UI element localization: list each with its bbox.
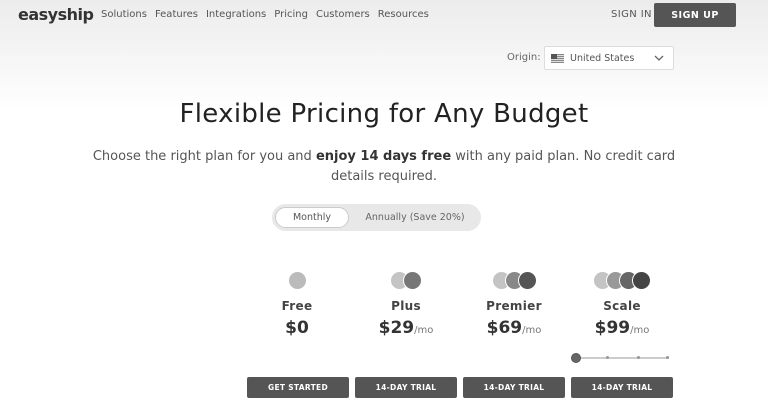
plan-name: Plus [391, 299, 421, 313]
nav-link-features[interactable]: Features [155, 9, 198, 20]
slider-tick [666, 356, 669, 359]
plan-price: $0 [242, 318, 352, 338]
price-period: /mo [630, 325, 650, 336]
nav-links: Solutions Features Integrations Pricing … [101, 9, 437, 20]
plus-trial-button[interactable]: 14-DAY TRIAL [355, 377, 457, 398]
price-amount: $29 [378, 318, 415, 338]
billing-period-toggle: Monthly Annually (Save 20%) [272, 204, 481, 231]
plan-price: $69/mo [459, 318, 569, 338]
plan-card-premier: Premier $69/mo [459, 268, 569, 338]
plan-name: Premier [486, 299, 542, 313]
tier-dot-icon [517, 270, 537, 290]
price-amount: $99 [594, 318, 631, 338]
plan-name: Free [281, 299, 313, 313]
scale-volume-slider-handle[interactable] [571, 353, 581, 363]
price-period: /mo [522, 325, 542, 336]
plan-tier-dots [242, 268, 352, 292]
origin-country-select[interactable]: United States [544, 46, 674, 70]
origin-label: Origin: [507, 52, 541, 63]
chevron-down-icon [654, 55, 664, 61]
origin-country-value: United States [570, 52, 635, 64]
subtitle-text-start: Choose the right plan for you and [92, 149, 316, 164]
price-amount: $69 [486, 318, 523, 338]
price-period: /mo [414, 325, 434, 336]
sign-in-link[interactable]: SIGN IN [611, 9, 652, 20]
tier-dot-icon [632, 270, 651, 290]
nav-link-pricing[interactable]: Pricing [274, 9, 308, 20]
price-amount: $0 [285, 318, 309, 338]
slider-tick [606, 356, 609, 359]
get-started-button[interactable]: GET STARTED [247, 377, 349, 398]
premier-trial-button[interactable]: 14-DAY TRIAL [463, 377, 565, 398]
subtitle-highlight: enjoy 14 days free [315, 149, 452, 164]
plan-card-scale: Scale $99/mo [567, 268, 677, 338]
plan-tier-dots [567, 268, 677, 292]
nav-link-solutions[interactable]: Solutions [101, 9, 147, 20]
toggle-monthly[interactable]: Monthly [275, 207, 349, 228]
plan-name: Scale [603, 299, 641, 313]
plan-price: $99/mo [567, 318, 677, 338]
tier-dot-icon [287, 270, 307, 290]
plan-tier-dots [459, 268, 569, 292]
page-subtitle: Choose the right plan for you and enjoy … [74, 147, 694, 187]
page-title: Flexible Pricing for Any Budget [179, 99, 589, 129]
plan-card-plus: Plus $29/mo [351, 268, 461, 338]
nav-link-integrations[interactable]: Integrations [206, 9, 266, 20]
toggle-annually[interactable]: Annually (Save 20%) [352, 207, 478, 228]
plan-card-free: Free $0 [242, 268, 352, 338]
top-navigation: easyship Solutions Features Integrations… [0, 0, 768, 30]
tier-dot-icon [403, 270, 422, 290]
us-flag-icon [551, 53, 564, 63]
scale-trial-button[interactable]: 14-DAY TRIAL [571, 377, 673, 398]
easyship-logo[interactable]: easyship [18, 5, 94, 24]
scale-volume-slider-track[interactable] [576, 356, 669, 359]
slider-tick [637, 356, 640, 359]
plan-tier-dots [351, 268, 461, 292]
nav-link-resources[interactable]: Resources [378, 9, 429, 20]
sign-up-button[interactable]: SIGN UP [654, 3, 736, 27]
plan-price: $29/mo [351, 318, 461, 338]
nav-link-customers[interactable]: Customers [316, 9, 370, 20]
